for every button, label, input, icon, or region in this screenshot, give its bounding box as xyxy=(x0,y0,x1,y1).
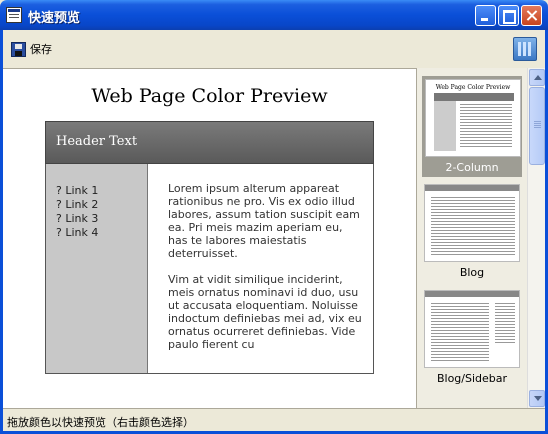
layout-view-icon[interactable] xyxy=(513,37,537,61)
preview-paragraph: Vim at vidit similique inciderint, meis … xyxy=(168,273,362,351)
preview-body: ? Link 1 ? Link 2 ? Link 3 ? Link 4 Lore… xyxy=(45,164,374,374)
thumbnail-label: Blog xyxy=(459,266,485,279)
thumbnail-title: Web Page Color Preview xyxy=(435,84,511,91)
thumbnail-label: 2-Column xyxy=(445,161,499,174)
preview-link: ? Link 4 xyxy=(56,226,99,239)
maximize-button[interactable] xyxy=(498,5,519,26)
scroll-down-button[interactable] xyxy=(529,390,545,407)
preview-pane: Web Page Color Preview Header Text ? Lin… xyxy=(3,68,416,408)
preview-page-title: Web Page Color Preview xyxy=(91,85,328,107)
minimize-button[interactable] xyxy=(475,5,496,26)
preview-link: ? Link 3 xyxy=(56,212,99,225)
preview-sidebar: ? Link 1 ? Link 2 ? Link 3 ? Link 4 xyxy=(46,164,148,373)
template-thumbnail-blog[interactable]: Blog xyxy=(424,184,520,279)
thumbnail-image xyxy=(424,290,520,368)
status-bar: 拖放颜色以快速预览（右击颜色选择） xyxy=(3,408,545,431)
preview-link: ? Link 2 xyxy=(56,198,99,211)
app-window-icon xyxy=(6,7,22,23)
thumbnail-scrollbar[interactable] xyxy=(527,68,545,408)
save-button[interactable]: 保存 xyxy=(11,40,52,58)
thumbnail-label: Blog/Sidebar xyxy=(436,372,508,385)
template-thumbnail-list: Web Page Color Preview 2-Column Blog Blo… xyxy=(416,68,527,408)
title-bar[interactable]: 快速预览 xyxy=(0,0,548,30)
thumbnail-image xyxy=(424,184,520,262)
toolbar: 保存 xyxy=(3,30,545,68)
preview-paragraph: Lorem ipsum alterum appareat rationibus … xyxy=(168,182,360,260)
thumbnail-image: Web Page Color Preview xyxy=(425,79,521,157)
status-text: 拖放颜色以快速预览（右击颜色选择） xyxy=(7,416,194,429)
preview-header-text: Header Text xyxy=(56,134,138,149)
scroll-up-button[interactable] xyxy=(529,69,545,86)
scroll-thumb[interactable] xyxy=(529,87,545,165)
floppy-disk-icon xyxy=(11,41,26,57)
preview-header: Header Text xyxy=(45,121,374,164)
template-thumbnail-blog-sidebar[interactable]: Blog/Sidebar xyxy=(424,290,520,385)
template-thumbnail-2-column[interactable]: Web Page Color Preview 2-Column xyxy=(422,76,522,177)
preview-content: Lorem ipsum alterum appareat rationibus … xyxy=(168,182,363,364)
save-button-label: 保存 xyxy=(30,43,52,56)
close-button[interactable] xyxy=(521,5,542,26)
preview-link: ? Link 1 xyxy=(56,184,99,197)
window-title: 快速预览 xyxy=(28,11,81,26)
